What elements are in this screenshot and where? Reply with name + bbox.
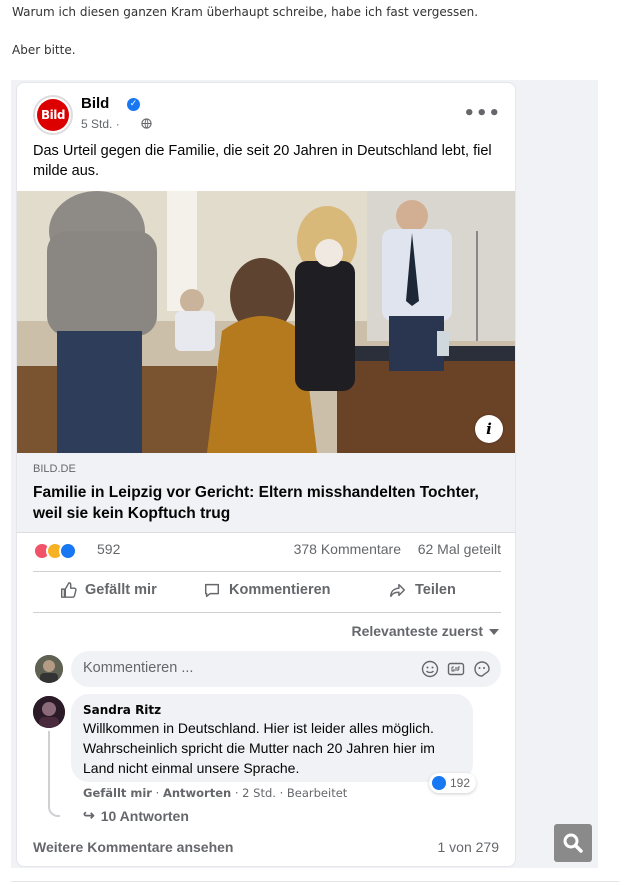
comment-button[interactable]: Kommentieren [203, 581, 331, 599]
globe-icon [141, 118, 152, 129]
comment-page-count: 1 von 279 [437, 839, 500, 855]
page-name[interactable]: Bild [81, 95, 109, 112]
comment-likes[interactable]: 192 [429, 773, 477, 793]
share-button[interactable]: Teilen [389, 581, 456, 599]
divider [11, 881, 619, 882]
sort-label: Relevanteste zuerst [351, 623, 483, 639]
more-comments-link[interactable]: Weitere Kommentare ansehen [33, 839, 233, 855]
bild-logo-text: Bild [41, 108, 65, 122]
replies-label: 10 Antworten [100, 807, 189, 824]
post-stats: 592 378 Kommentare 62 Mal geteilt [33, 539, 501, 561]
post-text: Das Urteil gegen die Familie, die seit 2… [33, 143, 492, 179]
like-button[interactable]: Gefällt mir [59, 581, 157, 599]
view-replies-link[interactable]: ↪ 10 Antworten [83, 807, 189, 824]
comment-reply-link[interactable]: Antworten [163, 786, 231, 800]
comment-meta: Gefällt mir · Antworten · 2 Std. · Bearb… [83, 786, 347, 800]
comment-count[interactable]: 378 Kommentare [294, 541, 401, 557]
like-reaction-icon [59, 542, 77, 560]
blog-text-line-1: Warum ich diesen ganzen Kram überhaupt s… [12, 5, 479, 19]
info-icon[interactable]: i [475, 415, 503, 443]
verified-badge-icon: ✓ [127, 98, 140, 111]
comment-text: Willkommen in Deutschland. Hier ist leid… [83, 720, 435, 776]
comment-author[interactable]: Sandra Ritz [83, 703, 161, 717]
comment-button-label: Kommentieren [229, 582, 331, 598]
share-count[interactable]: 62 Mal geteilt [418, 541, 501, 557]
reaction-icons[interactable] [33, 542, 93, 560]
link-domain: BILD.DE [33, 463, 76, 475]
blog-text-line-2: Aber bitte. [12, 43, 76, 57]
comment-icon [204, 583, 220, 598]
reaction-count[interactable]: 592 [97, 541, 120, 557]
commenter-avatar[interactable] [33, 696, 65, 728]
emoji-icon[interactable] [421, 660, 439, 678]
link-preview[interactable]: BILD.DE Familie in Leipzig vor Gericht: … [17, 453, 515, 533]
comment-input-icons [421, 660, 491, 678]
courtroom-photo [17, 191, 515, 453]
comment-like-link[interactable]: Gefällt mir [83, 786, 152, 800]
post-actions: Gefällt mir Kommentieren Teilen [33, 573, 501, 611]
sticker-icon[interactable] [473, 660, 491, 678]
share-button-label: Teilen [415, 582, 456, 598]
comment-like-count: 192 [450, 776, 471, 790]
reply-arrow-icon: ↪ [83, 807, 95, 823]
page-avatar[interactable]: Bild [33, 95, 73, 135]
search-button[interactable] [554, 824, 592, 862]
post-timestamp[interactable]: 5 Std. · [81, 117, 120, 131]
chevron-down-icon [489, 629, 499, 636]
comment-input-placeholder: Kommentieren ... [83, 660, 194, 676]
comment-time: · 2 Std. · Bearbeitet [234, 786, 348, 800]
comment-sort-dropdown[interactable]: Relevanteste zuerst [351, 623, 499, 639]
comment-bubble: Sandra Ritz Willkommen in Deutschland. H… [71, 694, 473, 782]
post-photo[interactable]: i [17, 191, 515, 453]
divider [33, 571, 501, 572]
more-options-icon[interactable]: ••• [463, 103, 501, 124]
post-header: Bild Bild ✓ 5 Std. · ••• [33, 95, 501, 137]
search-icon [563, 833, 583, 853]
divider [33, 612, 501, 613]
comment-meta-separator: · [155, 786, 160, 800]
gif-icon[interactable] [447, 660, 465, 678]
current-user-avatar[interactable] [35, 655, 63, 683]
facebook-post-embed: Bild Bild ✓ 5 Std. · ••• Das Urteil gege… [16, 82, 516, 867]
like-button-label: Gefällt mir [85, 582, 157, 598]
thumbs-up-icon [60, 582, 77, 598]
link-title[interactable]: Familie in Leipzig vor Gericht: Eltern m… [33, 482, 493, 524]
share-icon [390, 583, 406, 598]
thread-line [48, 731, 60, 817]
bild-logo: Bild [37, 99, 69, 131]
comment-input[interactable]: Kommentieren ... [71, 651, 501, 687]
like-reaction-icon [432, 776, 446, 790]
